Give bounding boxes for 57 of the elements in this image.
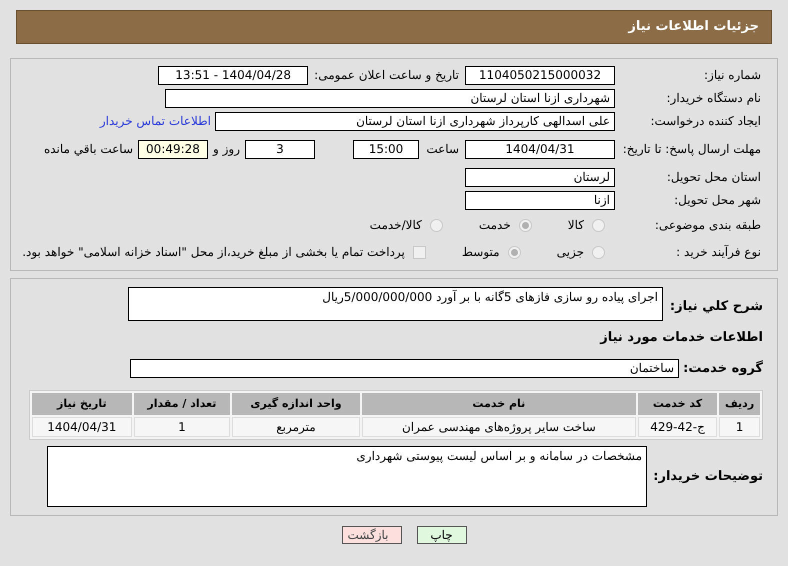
field-label: استان محل تحویل: [666,169,761,186]
page-header: جزئیات اطلاعات نیاز [16,10,772,44]
field-label: ساعت باقي مانده [44,141,134,158]
table-cell: 1 [134,417,230,437]
field-label: طبقه بندی موضوعی: [654,217,761,234]
text-field[interactable]: ازنا [465,190,615,210]
text-field[interactable]: 00:49:28 [138,140,208,158]
text-field[interactable]: ساختمان [130,358,679,378]
field-label: روز و [212,141,241,158]
field-label: نوع فرآیند خرید : [675,244,761,261]
field-label: ساعت [425,141,460,158]
section-title: اطلاعات خدمات مورد نیاز [598,329,763,347]
text-field[interactable]: علی اسدالهی کارپرداز شهرداری ازنا استان لرستان [215,112,615,130]
text-field[interactable]: 1404/04/28 - 13:51 [158,66,308,84]
checkbox[interactable] [412,246,426,258]
field-label: شماره نیاز: [703,67,761,84]
text-field[interactable]: 3 [245,140,315,158]
field-label: شهر محل تحویل: [673,192,761,209]
radio-label: خدمت [478,217,511,234]
radio-label: کالا [568,217,584,234]
text-field[interactable]: شهرداری ازنا استان لرستان [165,88,615,108]
field-label: تاریخ و ساعت اعلان عمومی: [313,67,459,84]
table-cell: ج-42-429 [638,417,718,437]
column-header: کد خدمت [638,393,718,415]
field-label: مهلت ارسال پاسخ: تا تاریخ: [622,142,761,156]
text-area[interactable]: اجرای پیاده رو سازی فازهای 5گانه با بر آورد 5/000/000/000ریال [128,287,663,321]
print-button[interactable]: چاپ [416,526,466,544]
column-header: تعداد / مقدار [134,393,230,415]
text-field[interactable]: 15:00 [353,140,419,158]
radio-label: متوسط [462,244,500,261]
field-label: توضیحات خریدار: [652,468,763,486]
column-header: واحد اندازه گیری [232,393,360,415]
column-header: تاریخ نیاز [32,393,132,415]
radio-button[interactable] [592,218,605,232]
field-label: شرح کلي نياز: [668,298,763,316]
text-field[interactable]: 1404/04/31 [465,140,615,158]
radio-button[interactable] [518,218,532,232]
column-header: ردیف [719,393,760,415]
back-button[interactable]: بازگشت [342,526,402,544]
table-cell: 1404/04/31 [32,417,132,437]
radio-label: جزیی [556,244,584,261]
column-header: نام خدمت [362,393,636,415]
text-area[interactable]: مشخصات در سامانه و بر اساس لیست پیوستی شهرداری [47,446,647,507]
radio-button[interactable] [430,218,443,232]
table-cell: 1 [719,417,760,437]
checkbox-label: پرداخت تمام یا بخشی از مبلغ خرید،از محل "اسناد خزانه اسلامی" خواهد بود. [22,244,405,261]
field-label: گروه خدمت: [682,359,763,378]
field-label: ایجاد کننده درخواست: [649,113,761,130]
radio-label: کالا/خدمت [370,217,422,234]
text-field[interactable]: لرستان [465,168,615,186]
radio-button[interactable] [592,246,605,258]
contact-link[interactable]: اطلاعات تماس خریدار [100,112,211,130]
radio-button[interactable] [508,246,521,258]
text-field[interactable]: 1104050215000032 [465,66,615,84]
table-cell: مترمربع [232,417,360,437]
field-label: نام دستگاه خریدار: [666,90,761,107]
table-cell: ساخت سایر پروژه‌های مهندسی عمران [362,417,636,437]
